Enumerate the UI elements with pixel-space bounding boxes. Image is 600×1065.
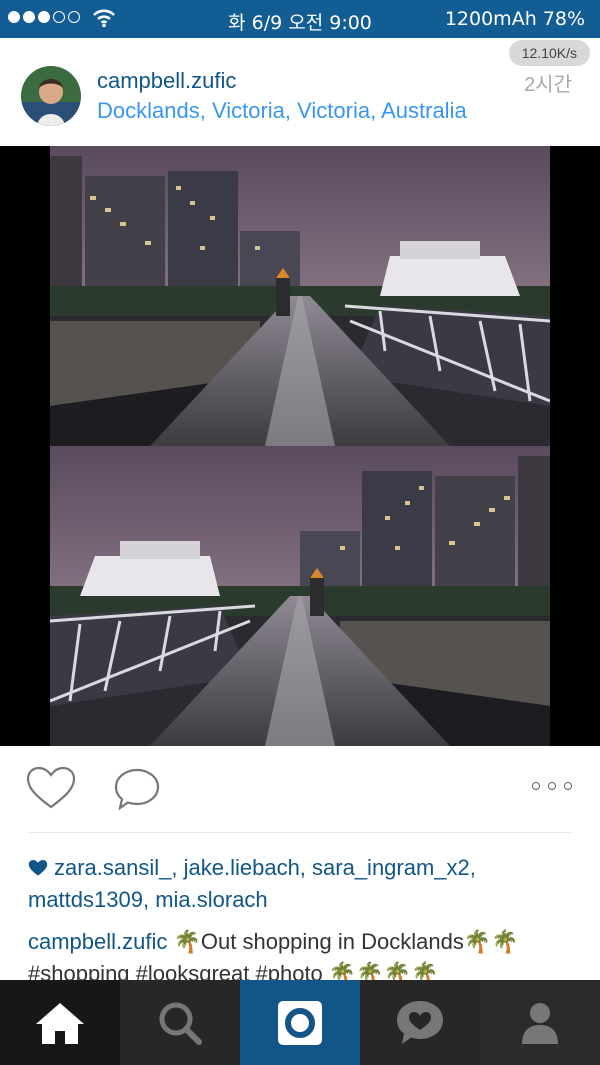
- network-speed-badge: 12.10K/s: [508, 40, 590, 66]
- likers-list[interactable]: zara.sansil_, jake.liebach, sara_ingram_…: [28, 855, 476, 912]
- post-age: 2시간: [524, 74, 572, 96]
- profile-icon: [522, 1002, 558, 1044]
- tab-activity[interactable]: [360, 980, 480, 1065]
- divider: [28, 832, 572, 833]
- post-actions: [0, 746, 600, 836]
- heart-filled-icon: [28, 860, 48, 876]
- tab-search[interactable]: [120, 980, 240, 1065]
- photo-image: [50, 146, 550, 746]
- tab-camera[interactable]: [240, 980, 360, 1065]
- avatar[interactable]: [21, 66, 81, 126]
- likes-line: zara.sansil_, jake.liebach, sara_ingram_…: [28, 852, 573, 916]
- post-username[interactable]: campbell.zufic: [97, 68, 236, 94]
- post-photo[interactable]: [0, 146, 600, 746]
- post-header: campbell.zufic Docklands, Victoria, Vict…: [0, 38, 600, 146]
- more-dots-icon[interactable]: [532, 782, 572, 790]
- status-bar: 화 6/9 오전 9:00 1200mAh 78%: [0, 0, 600, 38]
- search-icon: [159, 1002, 202, 1045]
- post-location[interactable]: Docklands, Victoria, Victoria, Australia: [97, 98, 467, 124]
- home-icon: [36, 1002, 84, 1044]
- tab-home[interactable]: [0, 980, 120, 1065]
- battery-status: 1200mAh 78%: [444, 8, 585, 30]
- heart-outline-icon[interactable]: [26, 766, 76, 810]
- camera-icon: [278, 1000, 322, 1045]
- activity-heart-icon: [397, 1000, 443, 1044]
- tab-bar: [0, 980, 600, 1065]
- tab-profile[interactable]: [480, 980, 600, 1065]
- comment-bubble-icon[interactable]: [114, 768, 160, 810]
- caption-username[interactable]: campbell.zufic: [28, 929, 167, 954]
